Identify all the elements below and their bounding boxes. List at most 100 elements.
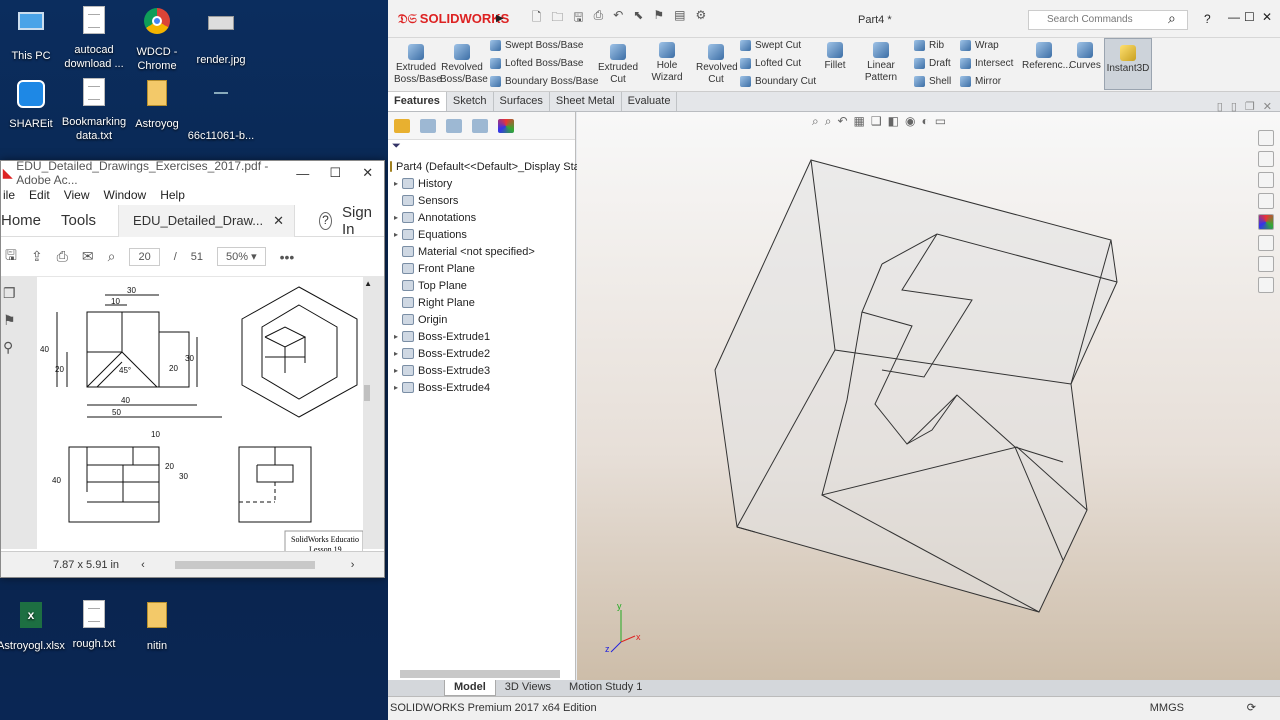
desktop-icon-render[interactable]: render.jpg: [183, 6, 259, 67]
swept-boss-button[interactable]: Swept Boss/Base: [490, 40, 583, 51]
expand-arrow-icon[interactable]: ▸: [390, 230, 402, 239]
attachment-icon[interactable]: ⚲: [3, 339, 16, 356]
home-icon[interactable]: [1258, 130, 1274, 146]
tree-item[interactable]: ▸ Boss-Extrude4: [388, 379, 575, 396]
sign-in-link[interactable]: Sign In: [332, 204, 384, 238]
extruded-cut-button[interactable]: Extruded Cut: [596, 44, 640, 86]
menu-view[interactable]: View: [64, 188, 90, 202]
lofted-cut-button[interactable]: Lofted Cut: [740, 58, 801, 69]
page-number-input[interactable]: 20: [129, 247, 160, 266]
scroll-up-icon[interactable]: ▲: [364, 279, 372, 288]
expand-arrow-icon[interactable]: ▸: [390, 366, 402, 375]
feature-tree-icon[interactable]: [394, 118, 410, 133]
pages-icon[interactable]: ❐: [3, 285, 16, 302]
tab-tools[interactable]: Tools: [51, 212, 106, 229]
expand-arrow-icon[interactable]: ▸: [390, 332, 402, 341]
tab-document[interactable]: EDU_Detailed_Draw... ✕: [118, 204, 296, 237]
options-icon[interactable]: ⚙: [695, 8, 706, 29]
search-icon[interactable]: ⌕: [1168, 10, 1176, 27]
boundary-boss-button[interactable]: Boundary Boss/Base: [490, 76, 598, 87]
units-selector[interactable]: MMGS: [1150, 702, 1184, 714]
configuration-manager-icon[interactable]: [446, 118, 462, 133]
minimize-icon[interactable]: —: [287, 166, 319, 181]
tab-surfaces[interactable]: Surfaces: [494, 92, 550, 111]
expand-arrow-icon[interactable]: ▸: [390, 349, 402, 358]
open-icon[interactable]: 🗀: [551, 8, 563, 29]
split-view-icon[interactable]: ▯: [1217, 100, 1223, 113]
tab-features[interactable]: Features: [388, 92, 447, 111]
expand-arrow-icon[interactable]: ▸: [390, 179, 402, 188]
bookmark-icon[interactable]: ⚑: [3, 312, 16, 329]
property-manager-icon[interactable]: [420, 118, 436, 133]
horizontal-scrollbar[interactable]: [174, 560, 315, 569]
tab-sketch[interactable]: Sketch: [447, 92, 494, 111]
tab-motion-study[interactable]: Motion Study 1: [560, 680, 651, 696]
tab-model[interactable]: Model: [444, 680, 496, 696]
revolved-cut-button[interactable]: Revolved Cut: [696, 44, 738, 86]
boundary-cut-button[interactable]: Boundary Cut: [740, 76, 816, 87]
menu-help[interactable]: Help: [160, 188, 185, 202]
undo-icon[interactable]: ↶: [613, 8, 623, 29]
expand-arrow-icon[interactable]: ▸: [390, 383, 402, 392]
rib-button[interactable]: Rib: [914, 40, 944, 51]
hole-wizard-button[interactable]: Hole Wizard: [640, 42, 694, 84]
shell-button[interactable]: Shell: [914, 76, 951, 87]
tab-evaluate[interactable]: Evaluate: [622, 92, 678, 111]
close-icon[interactable]: ✕: [352, 165, 384, 181]
solidworks-logo[interactable]: 𝔇𝔖 SOLIDWORKS: [388, 11, 509, 27]
curves-button[interactable]: Curves: [1068, 42, 1102, 72]
appearances-icon[interactable]: [1258, 214, 1274, 230]
split-view-2-icon[interactable]: ▯: [1231, 100, 1237, 113]
close-tab-icon[interactable]: ✕: [273, 213, 284, 228]
scroll-left-icon[interactable]: ‹: [141, 559, 145, 571]
tree-item[interactable]: ▸ Boss-Extrude2: [388, 345, 575, 362]
design-library-icon[interactable]: [1258, 151, 1274, 167]
help-icon[interactable]: ?: [319, 211, 332, 230]
more-tools-icon[interactable]: •••: [280, 249, 295, 265]
tree-item[interactable]: ▸ History: [388, 175, 575, 192]
file-properties-icon[interactable]: ▤: [674, 8, 685, 29]
wrap-button[interactable]: Wrap: [960, 40, 999, 51]
print-icon[interactable]: ⎙: [57, 248, 68, 265]
upload-icon[interactable]: ⇪: [31, 248, 43, 265]
tree-item[interactable]: ▸ Boss-Extrude1: [388, 328, 575, 345]
search-icon[interactable]: ⌕: [108, 248, 116, 265]
rebuild-status-icon[interactable]: ⟳: [1247, 701, 1256, 714]
display-manager-icon[interactable]: [498, 118, 514, 133]
dimxpert-icon[interactable]: [472, 118, 488, 133]
view-palette-icon[interactable]: [1258, 193, 1274, 209]
tree-item[interactable]: Sensors: [388, 192, 575, 209]
tree-scrollbar[interactable]: [400, 670, 560, 678]
new-icon[interactable]: 🗋: [532, 8, 542, 29]
save-icon[interactable]: 🖫: [573, 8, 583, 29]
extruded-boss-button[interactable]: Extruded Boss/Base: [394, 44, 442, 86]
tab-home[interactable]: Home: [1, 212, 51, 229]
file-explorer-icon[interactable]: [1258, 172, 1274, 188]
scroll-right-icon[interactable]: ›: [351, 559, 355, 571]
save-icon[interactable]: 🖫: [5, 245, 17, 269]
mirror-button[interactable]: Mirror: [960, 76, 1001, 87]
tree-item[interactable]: ▸ Equations: [388, 226, 575, 243]
draft-button[interactable]: Draft: [914, 58, 951, 69]
fillet-button[interactable]: Fillet: [822, 42, 848, 72]
viewport-close-icon[interactable]: ✕: [1263, 100, 1272, 113]
tree-item[interactable]: Material <not specified>: [388, 243, 575, 260]
swept-cut-button[interactable]: Swept Cut: [740, 40, 801, 51]
restore-icon[interactable]: ❐: [1245, 100, 1255, 113]
vertical-scrollbar[interactable]: [364, 385, 370, 401]
linear-pattern-button[interactable]: Linear Pattern: [850, 42, 912, 84]
zoom-dropdown[interactable]: 50% ▾: [217, 247, 266, 266]
instant3d-button[interactable]: Instant3D: [1104, 38, 1152, 90]
search-commands-input[interactable]: Search Commands: [1028, 10, 1188, 30]
select-icon[interactable]: ⬉: [633, 8, 643, 29]
tree-item[interactable]: Front Plane: [388, 260, 575, 277]
tree-item[interactable]: ▸ Boss-Extrude3: [388, 362, 575, 379]
menu-expand-icon[interactable]: ▶: [496, 13, 504, 24]
close-icon[interactable]: ✕: [1262, 10, 1272, 24]
acrobat-title-bar[interactable]: ◣ EDU_Detailed_Drawings_Exercises_2017.p…: [1, 159, 384, 187]
menu-edit[interactable]: Edit: [29, 188, 50, 202]
tree-item[interactable]: ▸ Annotations: [388, 209, 575, 226]
print-icon[interactable]: ⎙: [594, 8, 604, 29]
rebuild-icon[interactable]: ⚑: [653, 8, 664, 29]
revolved-boss-button[interactable]: Revolved Boss/Base: [440, 44, 488, 86]
